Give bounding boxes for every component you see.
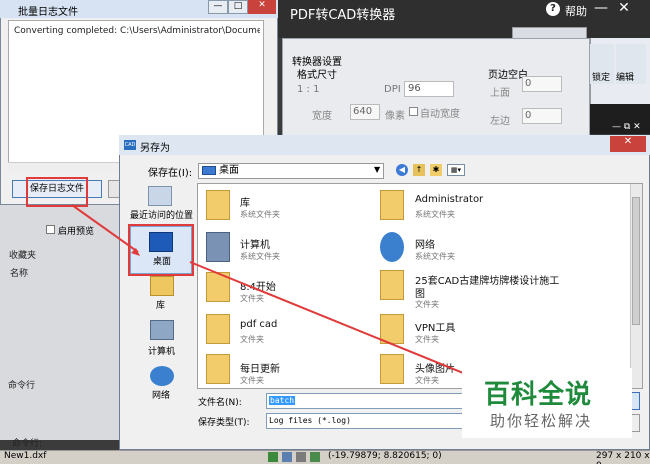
watermark-title: 百科全说 <box>484 380 593 410</box>
annotation-arrow <box>189 261 506 391</box>
annotation-arrow <box>71 204 139 253</box>
watermark-subtitle: 助你轻松解决 <box>490 412 593 430</box>
